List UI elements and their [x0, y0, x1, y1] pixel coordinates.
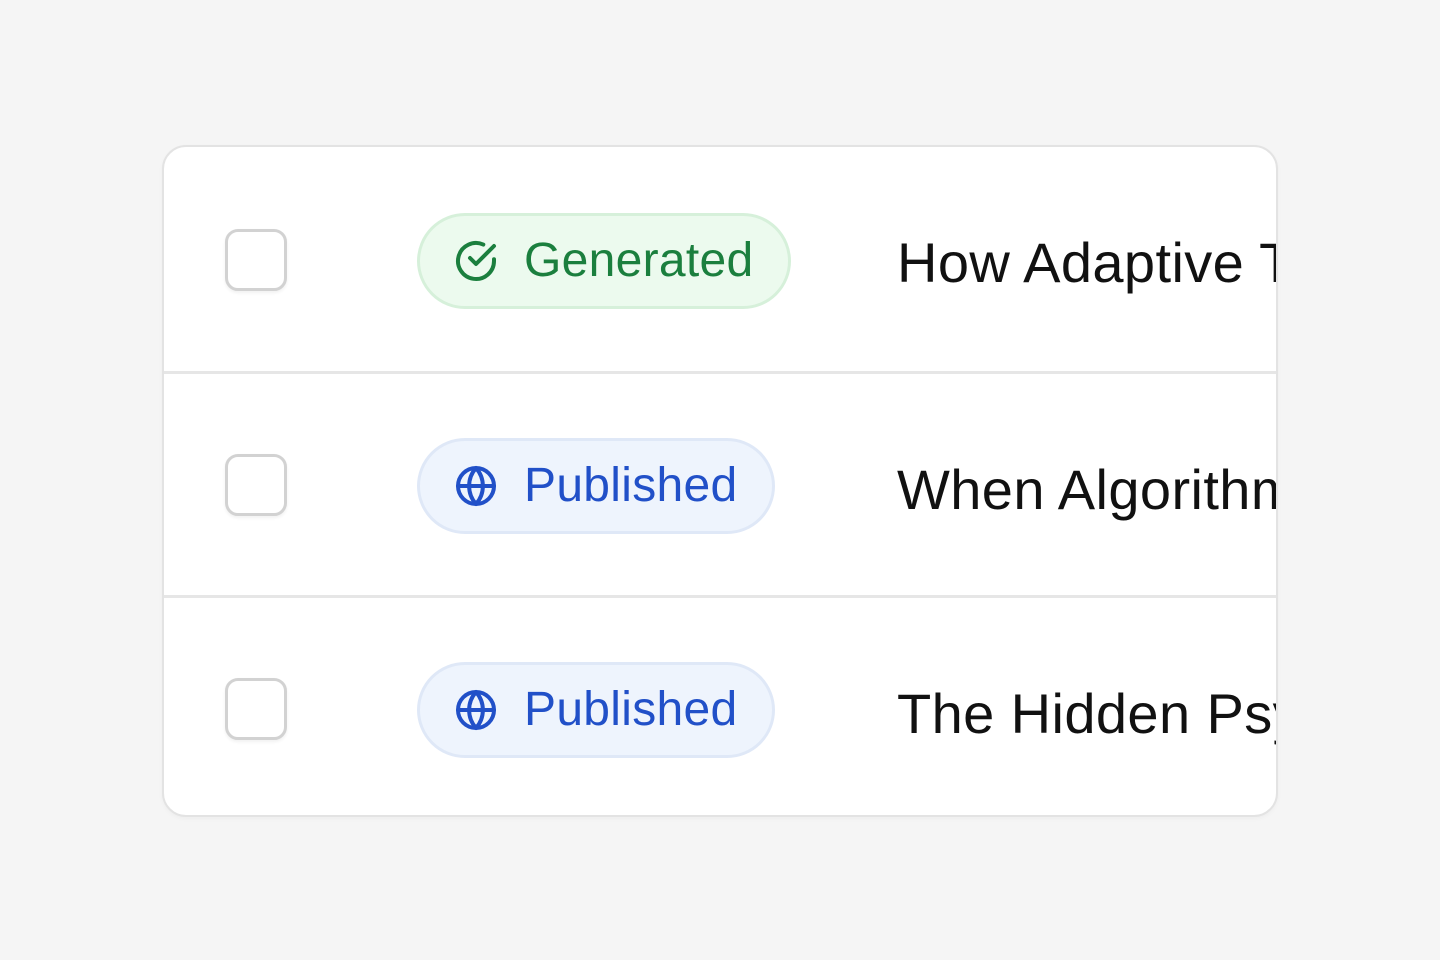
article-title[interactable]: The Hidden Psy [897, 686, 1276, 742]
status-badge: Published [417, 662, 775, 758]
status-label: Generated [524, 234, 754, 287]
status-label: Published [524, 683, 738, 736]
table-row[interactable]: Published When Algorithm [164, 371, 1276, 595]
row-select-checkbox[interactable] [225, 229, 287, 291]
status-badge: Generated [417, 213, 791, 309]
article-title[interactable]: When Algorithm [897, 462, 1276, 518]
status-badge: Published [417, 438, 775, 534]
status-label: Published [524, 459, 738, 512]
articles-table: Generated How Adaptive T Published When … [162, 145, 1278, 817]
row-select-checkbox[interactable] [225, 454, 287, 516]
globe-icon [452, 686, 500, 734]
row-select-checkbox[interactable] [225, 678, 287, 740]
article-title[interactable]: How Adaptive T [897, 235, 1276, 291]
check-circle-icon [452, 237, 500, 285]
table-row[interactable]: Generated How Adaptive T [164, 147, 1276, 371]
table-row[interactable]: Published The Hidden Psy [164, 595, 1276, 815]
globe-icon [452, 462, 500, 510]
